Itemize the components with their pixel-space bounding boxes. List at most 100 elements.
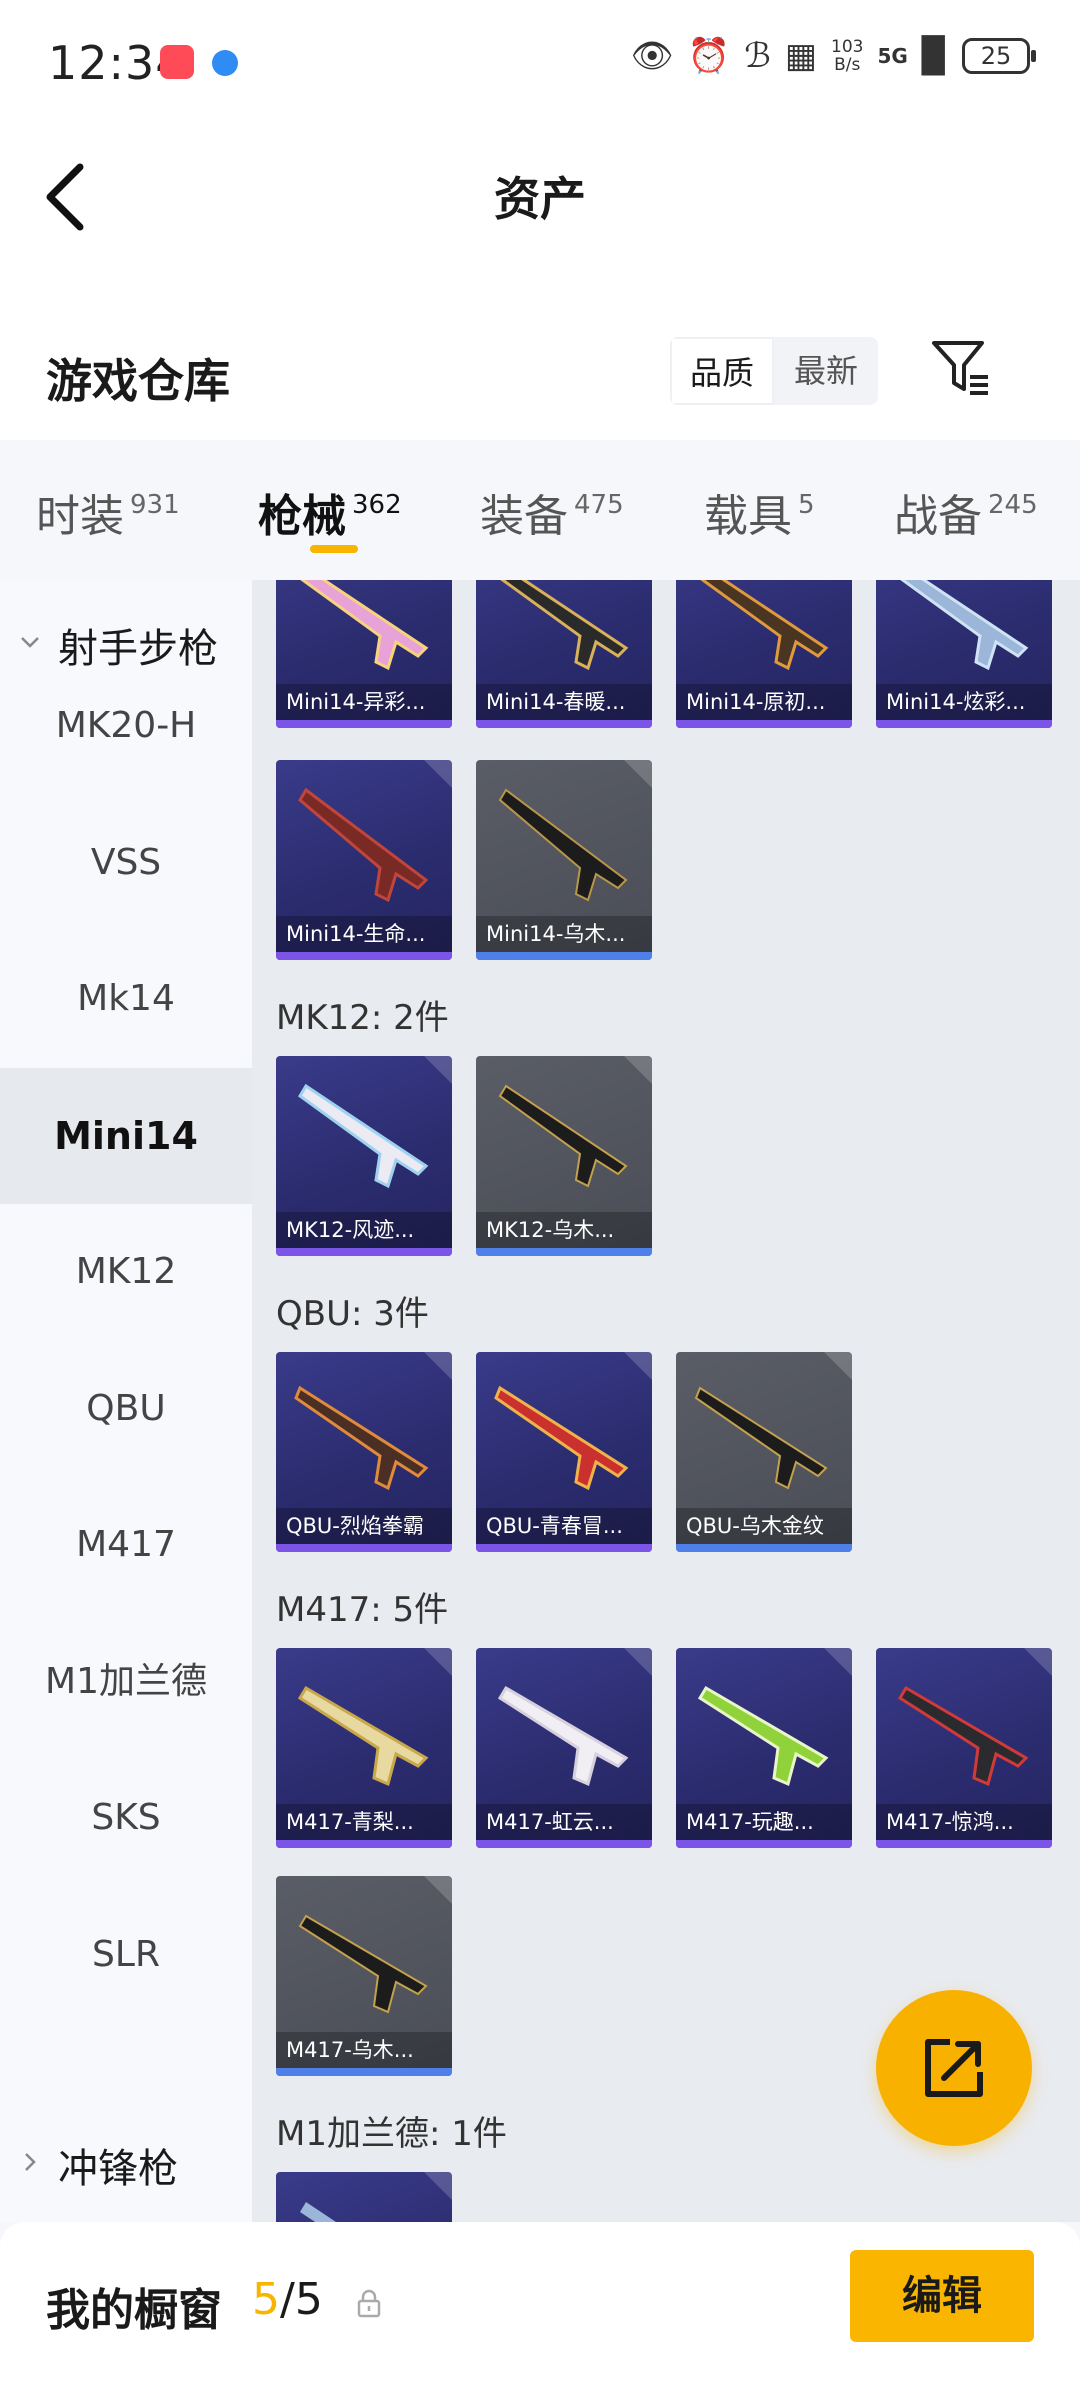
sidebar-item-mk20h[interactable]: MK20-H [0,658,252,794]
rifle-white-icon [497,1685,629,1787]
rifle-orange-icon [294,1385,429,1491]
sidebar-item-m1-garand[interactable]: M1加兰德 [0,1614,252,1750]
share-external-icon [925,2039,983,2097]
sidebar-item-mini14[interactable]: Mini14 [0,1068,252,1204]
status-bar: 12:34 👁 ⏰ ℬ ▦ 103 B/s 5G ▉ 25 [0,0,1080,125]
rarity-bar [676,1840,852,1848]
tab-vehicles[interactable]: 载具 5 [704,480,815,544]
active-tab-indicator [310,545,358,553]
skin-name: M417-青梨... [276,1804,452,1840]
skin-card[interactable]: M417-乌木... [276,1876,452,2076]
sort-quality-button[interactable]: 品质 [670,337,774,405]
skin-card[interactable]: Mini14-炫彩... [876,580,1052,728]
skin-card[interactable]: QBU-烈焰拳霸 [276,1352,452,1552]
warehouse-bar: 游戏仓库 品质 最新 [0,315,1080,440]
group-label-mk12: MK12: 2件 [276,998,449,1038]
skin-name: M417-乌木... [276,2032,452,2068]
skin-card[interactable]: MK12-风迹... [276,1056,452,1256]
rarity-bar [276,1840,452,1848]
skin-card[interactable]: Mini14-春暖... [476,580,652,728]
skin-card[interactable]: QBU-青春冒... [476,1352,652,1552]
skin-name: QBU-乌木金纹 [676,1508,852,1544]
rarity-bar [676,1544,852,1552]
tab-firearms[interactable]: 枪械 362 [258,480,402,544]
notification-browser-icon [212,50,238,76]
warehouse-title: 游戏仓库 [46,354,230,408]
sidebar-item-sks[interactable]: SKS [0,1750,252,1886]
skin-card[interactable]: MK12-乌木... [476,1056,652,1256]
skin-name: MK12-乌木... [476,1212,652,1248]
skin-name: Mini14-生命... [276,916,452,952]
skin-card[interactable]: Mini14-原初... [676,580,852,728]
rarity-bar [276,1248,452,1256]
chevron-right-icon [25,2153,36,2171]
rifle-orange-icon [700,580,829,671]
rifle-white-icon [298,1083,429,1189]
sidebar-item-vss[interactable]: VSS [0,795,252,931]
share-button[interactable] [876,1990,1032,2146]
rarity-bar [276,720,452,728]
sidebar-item-mk14[interactable]: Mk14 [0,931,252,1067]
tab-battle-gear[interactable]: 战备 245 [894,480,1038,544]
rarity-bar [476,1248,652,1256]
skin-name: M417-虹云... [476,1804,652,1840]
weapon-skin-grid: Mini14-异彩... Mini14-春暖... Mini14-原初... M… [252,580,1080,2222]
notification-app-icon [160,45,194,79]
rarity-bar [476,1544,652,1552]
sidebar-item-mk12[interactable]: MK12 [0,1204,252,1340]
rifle-black-icon [498,788,628,902]
rifle-pink-icon [300,580,429,671]
skin-card[interactable]: QBU-乌木金纹 [676,1352,852,1552]
skin-name: Mini14-炫彩... [876,684,1052,720]
filter-button[interactable] [928,335,994,401]
rarity-bar [276,1544,452,1552]
sidebar-item-m417[interactable]: M417 [0,1477,252,1613]
tab-fashion[interactable]: 时装 931 [36,480,180,544]
rifle-blue-icon [900,580,1029,671]
sort-toggle: 品质 最新 [670,337,878,405]
rarity-bar [276,952,452,960]
rifle-gold-icon [297,1685,429,1787]
rarity-bar [476,952,652,960]
network-type: 5G [877,44,908,68]
showcase-bar: 我的橱窗 5/5 编辑 [0,2222,1080,2382]
sidebar-group-smg[interactable]: 冲锋枪 [0,2110,252,2210]
sidebar-item-slr[interactable]: SLR [0,1887,252,2023]
alarm-icon: ⏰ [687,36,731,76]
signal-icon: ▉ [921,36,948,76]
skin-card[interactable]: M417-玩趣... [676,1648,852,1848]
skin-card[interactable]: Mini14-乌木... [476,760,652,960]
sidebar-item-qbu[interactable]: QBU [0,1341,252,1477]
skin-card[interactable]: M417-虹云... [476,1648,652,1848]
weapon-type-sidebar: 射手步枪 MK20-H VSS Mk14 Mini14 MK12 QBU M41… [0,580,252,2222]
showcase-count: 5/5 [252,2274,323,2325]
skin-card[interactable]: Mini14-异彩... [276,580,452,728]
battery-icon: 25 [962,38,1036,74]
skin-name: M417-惊鸿... [876,1804,1052,1840]
rifle-blue-icon [300,2202,336,2222]
bluetooth-icon: ℬ [744,36,771,76]
edit-button[interactable]: 编辑 [850,2250,1034,2342]
skin-name: Mini14-异彩... [276,684,452,720]
sort-newest-button[interactable]: 最新 [774,337,878,405]
skin-name: Mini14-春暖... [476,684,652,720]
rarity-bar [876,1840,1052,1848]
filter-icon [932,341,988,395]
rifle-red-icon [494,1385,629,1491]
status-icons: 👁 ⏰ ℬ ▦ 103 B/s 5G ▉ 25 [631,36,1036,76]
lock-icon [357,2289,381,2318]
page-title: 资产 [494,172,586,226]
rarity-bar [876,720,1052,728]
rifle-green-icon [697,1685,829,1787]
rifle-black-icon [298,1914,428,2014]
skin-card[interactable]: M417-青梨... [276,1648,452,1848]
rifle-red-icon [897,1685,1029,1787]
showcase-title: 我的橱窗 [46,2285,222,2336]
rarity-bar [676,720,852,728]
skin-name: M417-玩趣... [676,1804,852,1840]
skin-card[interactable]: M417-惊鸿... [876,1648,1052,1848]
tab-equipment[interactable]: 装备 475 [480,480,624,544]
skin-card[interactable]: Mini14-生命... [276,760,452,960]
app-header: 资产 [0,125,1080,315]
skin-card[interactable] [276,2172,452,2222]
